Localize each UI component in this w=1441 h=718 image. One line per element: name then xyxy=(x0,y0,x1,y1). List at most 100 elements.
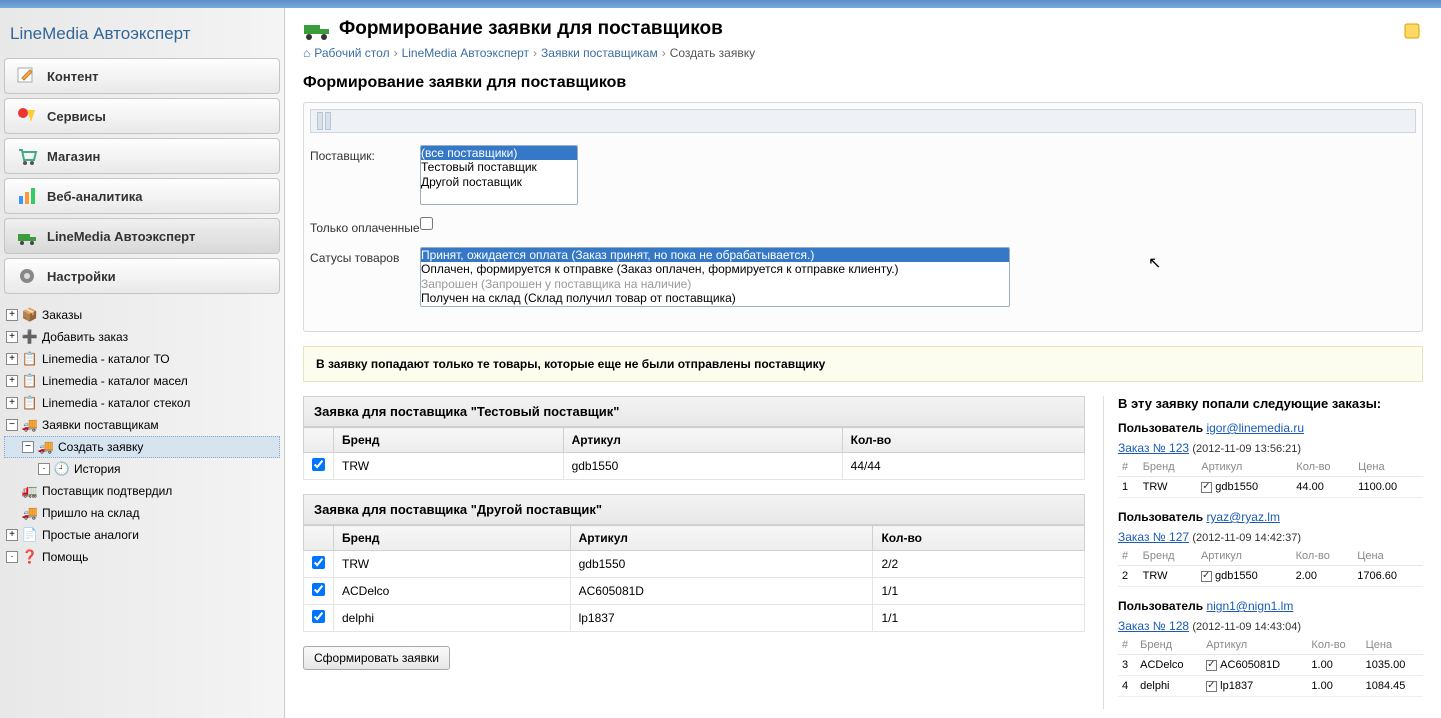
page-truck-icon xyxy=(303,18,331,40)
col-qty: Кол-во xyxy=(842,428,1084,453)
mini-row: 1TRWgdb155044.001100.00 xyxy=(1118,477,1423,498)
catalog-icon: 📋 xyxy=(22,351,38,367)
tree-supplier-confirmed[interactable]: 🚛Поставщик подтвердил xyxy=(4,480,280,502)
shapes-icon xyxy=(15,105,39,127)
form-requests-button[interactable]: Сформировать заявки xyxy=(303,646,450,670)
nav-content[interactable]: Контент xyxy=(4,58,280,94)
tree-catalog-oil[interactable]: +📋Linemedia - каталог масел xyxy=(4,370,280,392)
clock-icon: 🕘 xyxy=(54,461,70,477)
nav-settings[interactable]: Настройки xyxy=(4,258,280,294)
info-note: В заявку попадают только те товары, кото… xyxy=(303,346,1423,382)
nav-autoexpert-label: LineMedia Автоэксперт xyxy=(47,229,195,244)
row-checkbox[interactable] xyxy=(312,556,325,569)
supplier2-header: Заявка для поставщика "Другой поставщик" xyxy=(303,494,1085,525)
mini-row: 3ACDelcoAC605081D1.001035.00 xyxy=(1118,655,1423,676)
tree-arrived[interactable]: 🚚Пришло на склад xyxy=(4,502,280,524)
right-title: В эту заявку попали следующие заказы: xyxy=(1118,396,1423,411)
tree-history[interactable]: ·🕘История xyxy=(4,458,280,480)
tree-supplier-requests[interactable]: −🚚Заявки поставщикам xyxy=(4,414,280,436)
status-select[interactable]: Принят, ожидается оплата (Заказ принят, … xyxy=(420,247,1010,307)
order-link[interactable]: Заказ № 123 xyxy=(1118,441,1189,455)
mini-row: 2TRWgdb15502.001706.60 xyxy=(1118,566,1423,587)
breadcrumb: ⌂ Рабочий стол› LineMedia Автоэксперт› З… xyxy=(303,46,1423,60)
nav-analytics-label: Веб-аналитика xyxy=(47,189,142,204)
nav-autoexpert[interactable]: LineMedia Автоэксперт xyxy=(4,218,280,254)
user-email[interactable]: igor@linemedia.ru xyxy=(1206,421,1304,435)
cart-icon xyxy=(15,145,39,167)
app-title: LineMedia Автоэксперт xyxy=(4,14,280,58)
truck-dark-icon: 🚛 xyxy=(22,483,38,499)
user-label: Пользователь xyxy=(1118,421,1206,435)
mini-table: #БрендАртикулКол-воЦена 2TRWgdb15502.001… xyxy=(1118,547,1423,587)
status-option[interactable]: Оплачен, формируется к отправке (Заказ о… xyxy=(421,262,1009,276)
table-row: delphilp18371/1 xyxy=(304,605,1085,632)
doc-icon: 📄 xyxy=(22,527,38,543)
nav-content-label: Контент xyxy=(47,69,99,84)
tree-catalog-glass[interactable]: +📋Linemedia - каталог стекол xyxy=(4,392,280,414)
paid-only-label: Только оплаченные xyxy=(310,217,420,235)
truck-small-icon: 🚚 xyxy=(22,417,38,433)
nav-services[interactable]: Сервисы xyxy=(4,98,280,134)
truck-orange-icon: 🚚 xyxy=(22,505,38,521)
section-title: Формирование заявки для поставщиков xyxy=(303,74,1423,92)
nav-settings-label: Настройки xyxy=(47,269,116,284)
table-row: ACDelcoAC605081D1/1 xyxy=(304,578,1085,605)
status-label: Сатусы товаров xyxy=(310,247,420,265)
main-content: Формирование заявки для поставщиков ⌂ Ра… xyxy=(285,8,1441,718)
home-icon[interactable]: ⌂ xyxy=(303,46,310,60)
truck-small-icon: 🚚 xyxy=(38,439,54,455)
filter-tab[interactable] xyxy=(325,112,331,130)
supplier-option[interactable]: Другой поставщик xyxy=(421,175,577,189)
gear-icon xyxy=(15,265,39,287)
mini-row: 4delphilp18371.001084.45 xyxy=(1118,676,1423,697)
nav-analytics[interactable]: Веб-аналитика xyxy=(4,178,280,214)
crumb-autoexpert[interactable]: LineMedia Автоэксперт xyxy=(402,46,529,60)
tree-create-request[interactable]: −🚚Создать заявку xyxy=(4,436,280,458)
mini-table: #БрендАртикулКол-воЦена 1TRWgdb155044.00… xyxy=(1118,458,1423,498)
sidebar: LineMedia Автоэксперт Контент Сервисы Ма… xyxy=(0,8,285,718)
plus-icon: ➕ xyxy=(22,329,38,345)
row-checkbox[interactable] xyxy=(312,583,325,596)
help-icon: ❓ xyxy=(22,549,38,565)
tree-catalog-to[interactable]: +📋Linemedia - каталог ТО xyxy=(4,348,280,370)
status-option[interactable]: Получен на склад (Склад получил товар от… xyxy=(421,291,1009,305)
crumb-desktop[interactable]: Рабочий стол xyxy=(314,46,389,60)
table-row: TRWgdb15502/2 xyxy=(304,551,1085,578)
filter-panel: Поставщик: (все поставщики) Тестовый пос… xyxy=(303,102,1423,332)
col-brand: Бренд xyxy=(334,428,564,453)
row-checkbox[interactable] xyxy=(312,458,325,471)
nav-shop-label: Магазин xyxy=(47,149,100,164)
page-action-icon[interactable] xyxy=(1403,22,1421,40)
paid-only-checkbox[interactable] xyxy=(420,217,433,230)
catalog-icon: 📋 xyxy=(22,395,38,411)
tree-analogs[interactable]: +📄Простые аналоги xyxy=(4,524,280,546)
user-email[interactable]: nign1@nign1.lm xyxy=(1206,599,1293,613)
supplier1-header: Заявка для поставщика "Тестовый поставщи… xyxy=(303,396,1085,427)
supplier2-table: Бренд Артикул Кол-во TRWgdb15502/2 ACDel… xyxy=(303,525,1085,632)
supplier-option[interactable]: Тестовый поставщик xyxy=(421,160,577,174)
filter-tab[interactable] xyxy=(317,112,323,130)
order-link[interactable]: Заказ № 128 xyxy=(1118,619,1189,633)
status-option[interactable]: Запрошен (Запрошен у поставщика на налич… xyxy=(421,277,1009,291)
supplier-select[interactable]: (все поставщики) Тестовый поставщик Друг… xyxy=(420,145,578,205)
supplier-option[interactable]: (все поставщики) xyxy=(421,146,577,160)
table-row: TRW gdb1550 44/44 xyxy=(304,453,1085,480)
tree-help[interactable]: ·❓Помощь xyxy=(4,546,280,568)
col-chk xyxy=(304,428,334,453)
row-checkbox[interactable] xyxy=(312,610,325,623)
crumb-supplier-req[interactable]: Заявки поставщикам xyxy=(541,46,658,60)
crumb-create: Создать заявку xyxy=(670,46,755,60)
catalog-icon: 📋 xyxy=(22,373,38,389)
tree-add-order[interactable]: +➕Добавить заказ xyxy=(4,326,280,348)
nav-services-label: Сервисы xyxy=(47,109,106,124)
order-link[interactable]: Заказ № 127 xyxy=(1118,530,1189,544)
status-option[interactable]: Принят, ожидается оплата (Заказ принят, … xyxy=(421,248,1009,262)
tree: +📦Заказы +➕Добавить заказ +📋Linemedia - … xyxy=(4,304,280,568)
page-title: Формирование заявки для поставщиков xyxy=(339,18,723,40)
supplier-label: Поставщик: xyxy=(310,145,420,163)
tree-orders[interactable]: +📦Заказы xyxy=(4,304,280,326)
nav-shop[interactable]: Магазин xyxy=(4,138,280,174)
mini-table: #БрендАртикулКол-воЦена 3ACDelcoAC605081… xyxy=(1118,636,1423,697)
user-email[interactable]: ryaz@ryaz.lm xyxy=(1206,510,1280,524)
col-article: Артикул xyxy=(563,428,842,453)
